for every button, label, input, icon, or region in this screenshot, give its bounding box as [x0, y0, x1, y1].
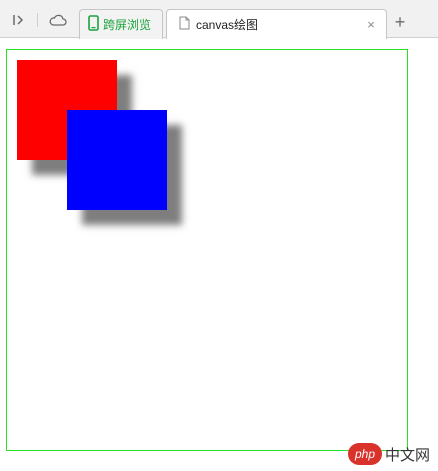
watermark-text: 中文网 [385, 446, 431, 464]
page-content [0, 39, 438, 471]
separator [37, 13, 38, 27]
cloud-icon[interactable] [47, 9, 69, 31]
new-tab-button[interactable]: + [391, 13, 409, 31]
canvas[interactable] [6, 49, 408, 451]
tab-label: canvas绘图 [196, 18, 259, 32]
php-logo: php [348, 443, 382, 465]
php-chinese-watermark: php 中文网 [348, 443, 430, 465]
document-icon [179, 16, 190, 33]
blue-square [67, 110, 167, 210]
tab-label: 跨屏浏览 [103, 18, 152, 32]
phone-icon [88, 15, 99, 34]
tab-canvas-drawing[interactable]: canvas绘图 × [166, 9, 387, 39]
close-tab-icon[interactable]: × [364, 17, 378, 32]
sidebar-toggle-icon[interactable] [8, 9, 30, 31]
browser-tab-bar: 跨屏浏览 canvas绘图 × + [0, 0, 438, 39]
tab-cross-screen-browse[interactable]: 跨屏浏览 [79, 9, 163, 39]
